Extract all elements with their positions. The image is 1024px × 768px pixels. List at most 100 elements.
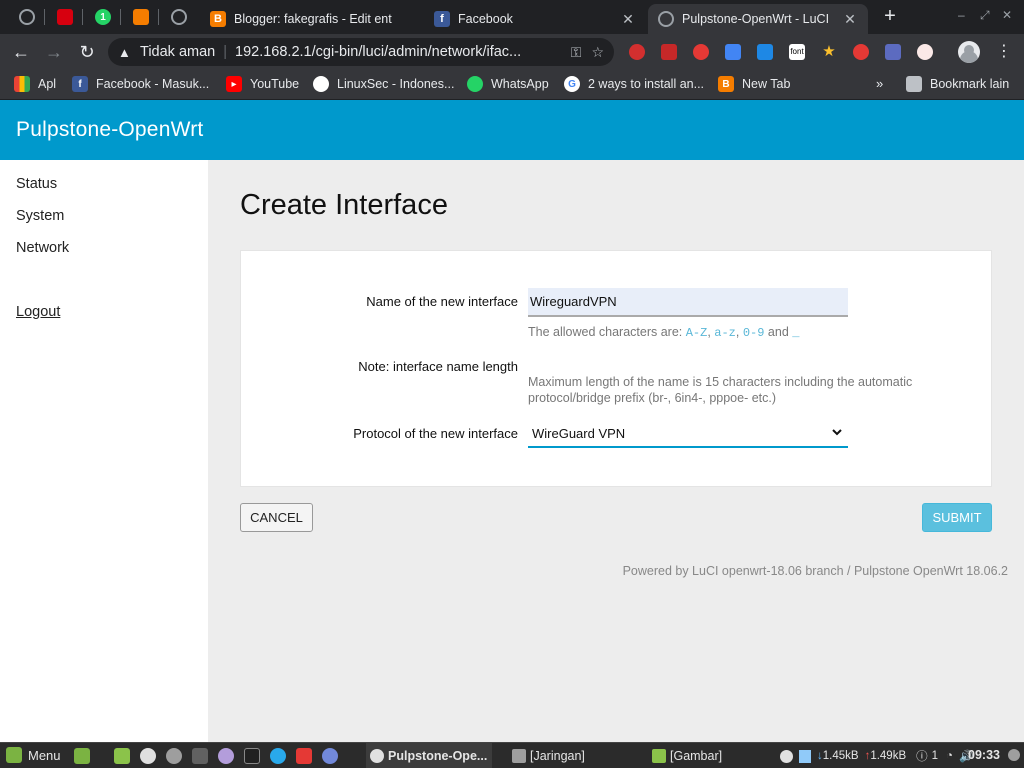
reload-icon[interactable]: ↻ bbox=[76, 41, 98, 63]
tab-facebook[interactable]: f Facebook ✕ bbox=[424, 4, 646, 34]
brand-link[interactable]: Pulpstone-OpenWrt bbox=[16, 118, 203, 142]
taskbar-window-images[interactable]: [Gambar] bbox=[648, 743, 774, 768]
files-icon[interactable] bbox=[114, 748, 130, 764]
page-title: Create Interface bbox=[240, 189, 448, 221]
apps-grid-icon bbox=[14, 76, 30, 92]
minimize-icon[interactable]: – bbox=[958, 8, 965, 22]
shield-icon[interactable] bbox=[799, 749, 811, 763]
profile-avatar[interactable] bbox=[958, 41, 980, 63]
sidebar: Status System Network Logout bbox=[0, 160, 208, 742]
hint-text: The allowed characters are: bbox=[528, 325, 686, 339]
mint-logo-icon bbox=[6, 747, 22, 763]
code-underscore: _ bbox=[792, 326, 800, 340]
power-icon[interactable] bbox=[1008, 749, 1020, 761]
close-icon[interactable]: ✕ bbox=[620, 11, 636, 27]
code-digits: 0-9 bbox=[742, 326, 765, 340]
adblock-icon[interactable] bbox=[629, 44, 645, 60]
bookmark-google[interactable]: G 2 ways to install an... bbox=[564, 76, 704, 92]
tab-title: Facebook bbox=[458, 12, 513, 26]
wifi-icon[interactable]: ◔ bbox=[946, 750, 953, 762]
chrome-tray-icon[interactable] bbox=[780, 749, 793, 763]
font-extension-icon[interactable]: font bbox=[789, 44, 805, 60]
star-extension-icon[interactable]: ★ bbox=[821, 44, 837, 60]
bookmark-apps[interactable]: Apl bbox=[14, 76, 56, 92]
forward-icon[interactable]: → bbox=[43, 41, 65, 63]
chrome-icon[interactable] bbox=[140, 748, 156, 764]
tab-title: Pulpstone-OpenWrt - LuCI bbox=[682, 12, 830, 26]
key-icon[interactable]: ⚿ bbox=[571, 44, 582, 61]
protocol-selected-value: WireGuard VPN bbox=[532, 426, 626, 441]
main-content: Create Interface Name of the new interfa… bbox=[208, 160, 1024, 742]
pinned-tab-whatsapp[interactable]: 1 bbox=[84, 4, 122, 30]
terminal-icon[interactable] bbox=[244, 748, 260, 764]
tab-blogger[interactable]: B Blogger: fakegrafis - Edit ent bbox=[200, 4, 422, 34]
sidebar-item-status[interactable]: Status bbox=[16, 176, 57, 192]
submit-button[interactable]: SUBMIT bbox=[922, 503, 992, 532]
bookmark-linuxsec[interactable]: LinuxSec - Indones... bbox=[313, 76, 454, 92]
translate-icon[interactable] bbox=[725, 44, 741, 60]
facebook-icon: f bbox=[72, 76, 88, 92]
close-window-icon[interactable]: ✕ bbox=[1002, 8, 1012, 22]
globe-icon bbox=[19, 9, 35, 25]
window-title: [Jaringan] bbox=[530, 748, 585, 763]
security-label: Tidak aman bbox=[140, 44, 216, 60]
whatsapp-icon: 1 bbox=[95, 9, 111, 25]
extension-red-icon[interactable] bbox=[693, 44, 709, 60]
star-icon[interactable]: ☆ bbox=[591, 44, 604, 61]
flash-icon[interactable] bbox=[661, 44, 677, 60]
discord-icon[interactable] bbox=[322, 748, 338, 764]
globe-icon bbox=[171, 9, 187, 25]
protocol-label: Protocol of the new interface bbox=[353, 426, 518, 441]
folder-icon bbox=[906, 76, 922, 92]
menu-kebab-icon[interactable]: ⋮ bbox=[996, 42, 1012, 62]
taskbar-window-network[interactable]: [Jaringan] bbox=[508, 743, 634, 768]
sidebar-item-logout[interactable]: Logout bbox=[16, 304, 60, 320]
extension-screen-icon[interactable] bbox=[885, 44, 901, 60]
bookmark-label: LinuxSec - Indones... bbox=[337, 77, 455, 91]
back-icon[interactable]: ← bbox=[10, 41, 32, 63]
cancel-button[interactable]: CANCEL bbox=[240, 503, 313, 532]
sidebar-item-network[interactable]: Network bbox=[16, 240, 69, 256]
restore-icon[interactable]: ⤢ bbox=[980, 8, 990, 23]
anydesk-icon[interactable] bbox=[296, 748, 312, 764]
protocol-select[interactable]: WireGuard VPN bbox=[528, 421, 848, 448]
bookmark-whatsapp[interactable]: WhatsApp bbox=[467, 76, 549, 92]
show-desktop-icon[interactable] bbox=[74, 748, 90, 764]
notification-count: 1 bbox=[931, 750, 939, 762]
start-menu-button[interactable]: Menu bbox=[6, 747, 61, 763]
code-az-upper: A-Z bbox=[685, 326, 708, 340]
close-icon[interactable]: ✕ bbox=[842, 11, 858, 27]
bookmark-other[interactable]: Bookmark lain bbox=[906, 76, 1009, 92]
bookmark-new-tab[interactable]: B New Tab bbox=[718, 76, 790, 92]
tab-separator bbox=[44, 9, 45, 25]
luci-header: Pulpstone-OpenWrt bbox=[0, 100, 1024, 160]
inkscape-icon[interactable] bbox=[166, 748, 182, 764]
extension-egg-icon[interactable] bbox=[917, 44, 933, 60]
extension-blue-icon[interactable] bbox=[757, 44, 773, 60]
bookmark-youtube[interactable]: ▸ YouTube bbox=[226, 76, 299, 92]
extension-loop-icon[interactable] bbox=[853, 44, 869, 60]
name-length-hint: Maximum length of the name is 15 charact… bbox=[528, 375, 913, 405]
gimp-icon[interactable] bbox=[218, 748, 234, 764]
pinned-tab-globe-2[interactable] bbox=[160, 4, 198, 30]
notification-icon[interactable]: ⓘ bbox=[916, 748, 928, 764]
interface-name-input[interactable] bbox=[528, 288, 848, 317]
whatsapp-icon bbox=[467, 76, 483, 92]
blogger-icon: B bbox=[210, 11, 226, 27]
pinned-tab-blogger-alt[interactable] bbox=[122, 4, 160, 30]
telegram-icon[interactable] bbox=[270, 748, 286, 764]
browser-toolbar: ← → ↻ ▲ Tidak aman | 192.168.2.1/cgi-bin… bbox=[0, 34, 1024, 70]
sidebar-item-system[interactable]: System bbox=[16, 208, 64, 224]
pinned-tab-globe[interactable] bbox=[8, 4, 46, 30]
more-bookmarks-button[interactable]: » bbox=[876, 76, 883, 91]
clapper-icon[interactable] bbox=[192, 748, 208, 764]
tab-luci-active[interactable]: Pulpstone-OpenWrt - LuCI ✕ bbox=[648, 4, 868, 34]
system-tray: ↓ 1.45kB ↑ 1.49kB ⓘ 1 ◔ 🔊 bbox=[780, 748, 973, 764]
bookmark-facebook[interactable]: f Facebook - Masuk... bbox=[72, 76, 209, 92]
address-bar[interactable]: ▲ Tidak aman | 192.168.2.1/cgi-bin/luci/… bbox=[108, 38, 614, 66]
taskbar-window-browser[interactable]: Pulpstone-Ope... bbox=[366, 743, 492, 768]
clock[interactable]: 09:33 bbox=[968, 748, 1000, 762]
new-tab-button[interactable]: + bbox=[878, 6, 902, 28]
blogger-icon bbox=[133, 9, 149, 25]
pinned-tab-huawei[interactable] bbox=[46, 4, 84, 30]
